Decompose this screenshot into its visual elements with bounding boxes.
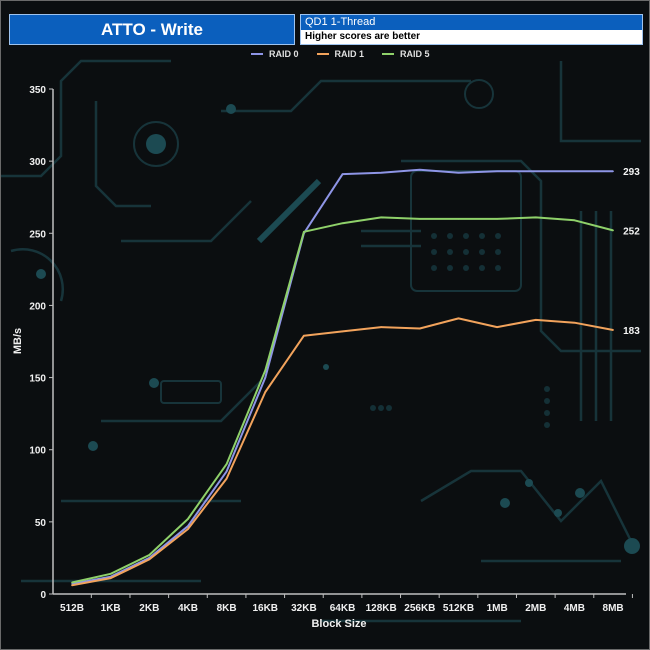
data-point [573,321,576,324]
y-tick-label: 250 [29,229,46,240]
y-tick-label: 0 [40,590,46,601]
y-tick-label: 150 [29,374,46,385]
y-axis-title: MB/s [12,328,24,354]
data-point [341,330,344,333]
data-point [264,369,267,372]
y-ticks: 0 50 100 150 200 250 300 350 [29,85,53,601]
data-point [380,171,383,174]
end-value-label: 183 [623,326,640,337]
series-line-raid5 [71,216,614,584]
data-point [419,327,421,330]
data-point [341,173,344,175]
data-point [303,334,305,337]
x-tick-label: 8KB [217,603,237,614]
series-line-raid0 [71,168,614,585]
data-point [612,329,614,331]
x-tick-label: 128KB [366,603,397,614]
x-ticks: 512B 1KB 2KB 4KB 8KB 16KB 32KB 64KB 128KB 256KB 51… [60,594,633,614]
data-point [225,470,228,473]
x-tick-label: 4MB [564,603,585,614]
data-point [457,317,460,320]
data-point [109,573,112,575]
end-labels: 293 183 252 [623,167,640,337]
x-tick-label: 2MB [525,603,546,614]
x-tick-label: 4KB [178,603,198,614]
data-point [535,216,537,219]
data-point [303,231,305,233]
data-point [71,581,73,584]
data-point [71,584,73,587]
data-point [419,218,421,220]
data-point [612,170,614,173]
y-tick-label: 300 [29,157,46,168]
data-point [573,170,576,173]
end-value-label: 252 [623,226,640,237]
data-point [457,171,460,174]
x-tick-label: 16KB [252,603,278,614]
x-tick-label: 32KB [291,603,317,614]
data-point [380,326,383,328]
x-axis-title: Block Size [311,618,366,630]
x-tick-label: 64KB [330,603,356,614]
chart-frame: ATTO - Write QD1 1-Thread Higher scores … [0,0,650,650]
data-point [264,391,267,393]
data-point [225,477,228,480]
data-point [187,518,189,520]
data-point [148,558,151,561]
data-point [535,170,537,173]
end-value-label: 293 [623,167,640,178]
data-point [496,218,498,220]
data-point [109,577,112,579]
data-point [341,222,344,224]
x-tick-label: 512KB [443,603,474,614]
data-point [380,216,383,219]
x-tick-label: 8MB [603,603,624,614]
y-tick-label: 200 [29,301,46,312]
series-line-raid1 [71,317,614,587]
x-tick-label: 1KB [101,603,121,614]
data-point [496,170,498,173]
data-point [148,554,151,556]
x-tick-label: 512B [60,603,84,614]
data-point [457,218,460,220]
x-tick-label: 1MB [487,603,508,614]
x-tick-label: 2KB [139,603,159,614]
data-point [225,463,228,465]
data-point [419,169,421,171]
y-tick-label: 350 [29,85,46,96]
line-chart: MB/s Block Size 0 50 100 150 200 250 300 350 51… [12,85,640,630]
data-point [496,326,498,328]
y-tick-label: 50 [35,518,47,529]
x-tick-label: 256KB [404,603,435,614]
data-point [535,319,537,321]
series-lines [71,168,614,587]
y-tick-label: 100 [29,446,46,457]
data-point [264,376,267,379]
data-point [187,528,189,530]
data-point [573,219,576,222]
data-point [612,229,614,232]
